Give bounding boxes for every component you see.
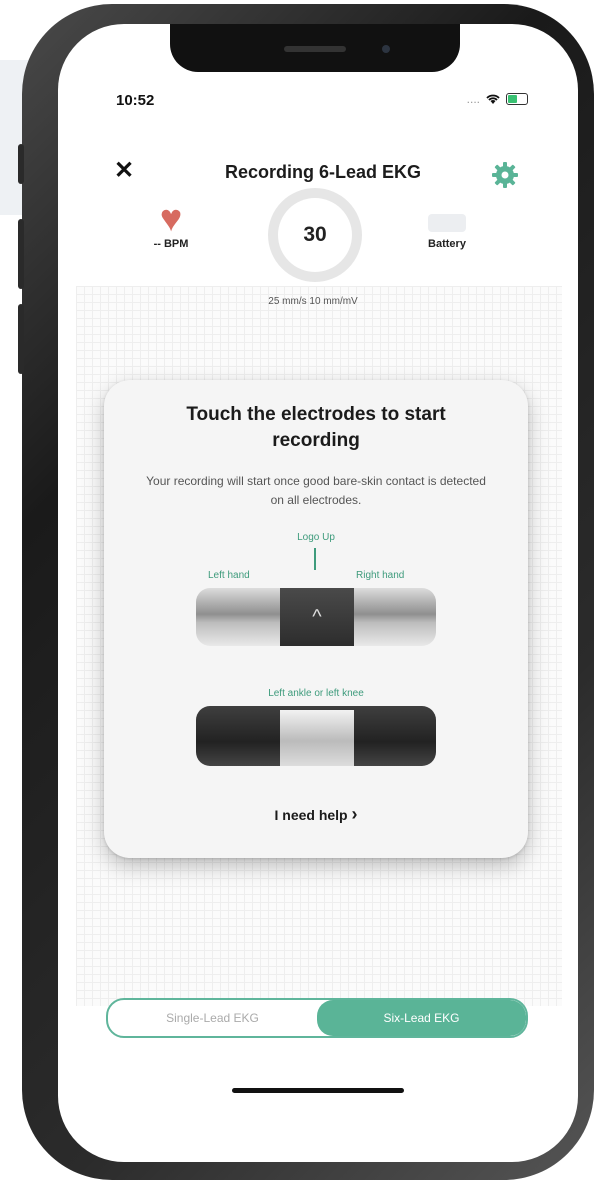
card-title: Touch the electrodes to start recording bbox=[186, 404, 446, 451]
gear-icon bbox=[492, 162, 518, 188]
settings-button[interactable] bbox=[488, 158, 522, 192]
help-link[interactable]: I need help › bbox=[104, 804, 528, 825]
segment-six-lead[interactable]: Six-Lead EKG bbox=[317, 1000, 526, 1036]
right-hand-label: Right hand bbox=[356, 570, 405, 581]
scale-label: 25 mm/s 10 mm/mV bbox=[268, 296, 358, 307]
battery-stat: Battery bbox=[412, 214, 482, 250]
mute-switch bbox=[18, 144, 24, 184]
device-bottom-view bbox=[196, 706, 436, 766]
card-body: Your recording will start once good bare… bbox=[146, 474, 486, 507]
signal-indicator: .... bbox=[466, 92, 480, 106]
logo-up-arrow bbox=[314, 548, 316, 570]
camera bbox=[382, 45, 390, 53]
status-time: 10:52 bbox=[116, 92, 155, 109]
device-top-view: ^ bbox=[196, 588, 436, 646]
segment-single-lead[interactable]: Single-Lead EKG bbox=[108, 1000, 317, 1036]
battery-label: Battery bbox=[428, 238, 466, 250]
volume-up-button bbox=[18, 219, 24, 289]
instruction-card: Touch the electrodes to start recording … bbox=[104, 380, 528, 858]
left-hand-label: Left hand bbox=[208, 570, 250, 581]
chevron-up-icon: ^ bbox=[312, 605, 322, 628]
heart-rate-stat: ♥ -- BPM bbox=[136, 200, 206, 250]
logo-up-label: Logo Up bbox=[297, 532, 335, 543]
timer-ring: 30 bbox=[268, 188, 362, 282]
wifi-icon bbox=[486, 94, 500, 104]
help-link-label: I need help bbox=[274, 807, 348, 823]
heart-rate-value: -- BPM bbox=[153, 238, 189, 250]
device-battery-icon bbox=[428, 214, 466, 232]
status-icons: .... bbox=[467, 92, 528, 106]
speaker bbox=[284, 46, 346, 52]
notch bbox=[170, 24, 460, 72]
battery-status-icon bbox=[506, 93, 528, 105]
home-indicator[interactable] bbox=[232, 1088, 404, 1093]
ankle-label: Left ankle or left knee bbox=[268, 688, 364, 699]
timer-value: 30 bbox=[278, 198, 352, 272]
volume-down-button bbox=[18, 304, 24, 374]
device-logo-side: ^ bbox=[280, 588, 354, 646]
bottom-electrode bbox=[280, 710, 354, 766]
phone-frame: 10:52 .... ✕ Recording 6-Lead EKG ♥ -- B… bbox=[18, 4, 594, 1180]
lead-mode-segmented-control[interactable]: Single-Lead EKG Six-Lead EKG bbox=[106, 998, 528, 1038]
app-screen: 10:52 .... ✕ Recording 6-Lead EKG ♥ -- B… bbox=[58, 24, 578, 1162]
heart-icon: ♥ bbox=[159, 198, 183, 240]
chevron-right-icon: › bbox=[351, 804, 358, 824]
